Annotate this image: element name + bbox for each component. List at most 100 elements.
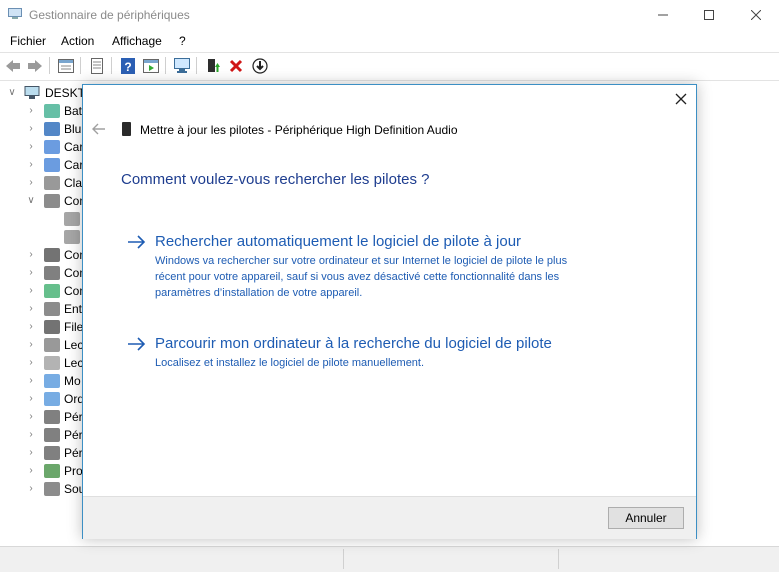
menu-action[interactable]: Action (61, 34, 94, 48)
menu-bar: Fichier Action Affichage ? (0, 31, 779, 52)
chevron-right-icon[interactable]: › (25, 393, 37, 405)
help-button[interactable]: ? (118, 56, 138, 76)
device-category-icon (44, 374, 60, 388)
menu-affichage[interactable]: Affichage (112, 34, 162, 48)
back-arrow-icon[interactable] (91, 122, 107, 136)
chevron-right-icon[interactable]: › (25, 141, 37, 153)
device-category-icon (44, 320, 60, 334)
tree-item-label: Lec (64, 338, 84, 352)
uninstall-button[interactable] (226, 56, 246, 76)
chevron-right-icon[interactable]: › (25, 105, 37, 117)
chevron-right-icon[interactable]: › (25, 483, 37, 495)
chevron-right-icon[interactable]: › (25, 123, 37, 135)
chevron-right-icon[interactable]: › (25, 285, 37, 297)
toolbar-separator (165, 57, 166, 74)
chevron-right-icon[interactable]: › (25, 267, 37, 279)
chevron-down-icon[interactable]: ∨ (6, 87, 18, 99)
chevron-right-icon[interactable]: › (25, 303, 37, 315)
device-manager-icon (8, 8, 22, 19)
device-category-icon (44, 302, 60, 316)
audio-device-icon (122, 122, 131, 136)
computer-icon (24, 86, 40, 99)
tree-item-label: Pér (64, 428, 83, 442)
chevron-right-icon[interactable]: › (25, 249, 37, 261)
disable-button[interactable] (250, 56, 270, 76)
close-window-button[interactable] (733, 0, 779, 30)
minimize-icon (658, 14, 668, 16)
device-category-icon (44, 338, 60, 352)
window-title: Gestionnaire de périphériques (29, 8, 190, 22)
chevron-right-icon[interactable]: › (25, 321, 37, 333)
svg-text:?: ? (124, 60, 131, 74)
device-category-icon (44, 284, 60, 298)
tree-item-label: File (64, 320, 84, 334)
chevron-right-icon[interactable]: › (25, 447, 37, 459)
tree-item-label: Mo (64, 374, 81, 388)
scan-hardware-button[interactable] (172, 56, 192, 76)
device-category-icon (44, 194, 60, 208)
device-category-icon (44, 410, 60, 424)
view-button[interactable] (56, 56, 76, 76)
status-divider (558, 549, 559, 569)
device-category-icon (44, 122, 60, 136)
minimize-button[interactable] (640, 0, 686, 30)
chevron-right-icon[interactable]: › (25, 357, 37, 369)
tree-item-label: Pér (64, 410, 83, 424)
tree-item-label: Car (64, 140, 84, 154)
tree-item-label: Car (64, 158, 84, 172)
tree-item-label: Ent (64, 302, 83, 316)
back-button[interactable] (3, 56, 23, 76)
update-driver-icon (208, 59, 220, 72)
chevron-right-icon[interactable]: › (25, 375, 37, 387)
update-driver-button[interactable] (203, 56, 223, 76)
properties-button[interactable] (87, 56, 107, 76)
tree-item-label: Pro (64, 464, 83, 478)
properties-icon (91, 58, 103, 74)
tree-item-label: Pér (64, 446, 83, 460)
device-category-icon (44, 392, 60, 406)
arrow-left-icon (6, 60, 20, 72)
chevron-right-icon[interactable]: › (25, 411, 37, 423)
chevron-right-icon[interactable]: › (25, 465, 37, 477)
arrow-right-icon (128, 235, 146, 249)
help-icon: ? (121, 58, 135, 74)
menu-help[interactable]: ? (179, 34, 186, 48)
menu-fichier[interactable]: Fichier (10, 34, 46, 48)
device-category-icon (44, 176, 60, 190)
window-list-icon (58, 59, 74, 73)
dialog-close-button[interactable] (673, 91, 689, 107)
device-category-icon (44, 482, 60, 496)
status-bar (0, 546, 779, 572)
chevron-right-icon[interactable]: › (25, 159, 37, 171)
dialog-title: Mettre à jour les pilotes - Périphérique… (140, 123, 458, 137)
status-divider (343, 549, 344, 569)
maximize-icon (704, 10, 714, 20)
chevron-down-icon[interactable]: ∨ (25, 195, 37, 207)
chevron-right-icon[interactable]: › (25, 177, 37, 189)
device-category-icon (44, 158, 60, 172)
auto-search-title: Rechercher automatiquement le logiciel d… (155, 233, 522, 250)
chevron-right-icon[interactable]: › (25, 429, 37, 441)
maximize-button[interactable] (686, 0, 732, 30)
toolbar-separator (49, 57, 50, 74)
cancel-button[interactable]: Annuler (608, 507, 684, 529)
forward-button[interactable] (25, 56, 45, 76)
tree-item-label: Lec (64, 356, 84, 370)
red-x-icon (229, 59, 243, 73)
toolbar-separator (80, 57, 81, 74)
action-view-button[interactable] (141, 56, 161, 76)
device-category-icon (64, 230, 80, 244)
tree-item-label: Bat (64, 104, 83, 118)
title-bar: Gestionnaire de périphériques (0, 0, 779, 30)
device-category-icon (44, 464, 60, 478)
chevron-right-icon[interactable]: › (25, 339, 37, 351)
toolbar-divider (0, 80, 779, 81)
browse-computer-title: Parcourir mon ordinateur à la recherche … (155, 335, 552, 352)
menu-divider (0, 52, 779, 53)
close-icon (751, 10, 761, 20)
dialog-footer: Annuler (83, 496, 696, 539)
toolbar: ? (0, 54, 779, 78)
device-category-icon (44, 248, 60, 262)
device-category-icon (44, 266, 60, 280)
tree-item-label: Blu (64, 122, 82, 136)
